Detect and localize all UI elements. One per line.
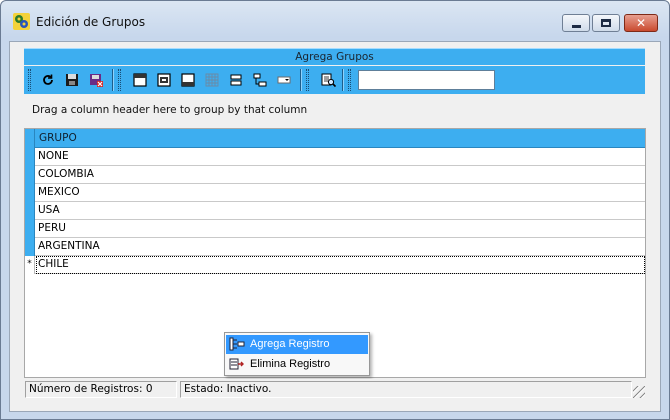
toolbar-grip[interactable] [28, 69, 31, 91]
status-bar: Número de Registros: 0 Estado: Inactivo. [24, 379, 646, 399]
toolbar-grip[interactable] [118, 69, 121, 91]
layout-bottom-icon [181, 73, 195, 87]
search-input[interactable] [358, 70, 495, 90]
client-area: Agrega Grupos Drag a column header here … [9, 41, 661, 412]
new-row[interactable]: * CHILE [25, 256, 645, 274]
tree-button[interactable] [250, 70, 270, 90]
close-icon: ✕ [635, 16, 647, 30]
table-row[interactable]: MEXICO [25, 184, 645, 202]
grid-button[interactable] [202, 70, 222, 90]
column-header-grupo[interactable]: GRUPO [39, 132, 77, 144]
table-row[interactable]: NONE [25, 148, 645, 166]
grupo-cell[interactable]: MEXICO [38, 186, 80, 198]
combo-button[interactable] [274, 70, 294, 90]
maximize-icon [601, 19, 611, 27]
grid-icon [205, 73, 219, 87]
refresh-icon [43, 74, 53, 85]
table-row[interactable]: PERU [25, 220, 645, 238]
window-title: Edición de Grupos [36, 15, 146, 29]
main-window: Edición de Grupos ✕ Agrega Grupos Drag a… [0, 0, 670, 420]
focused-cell[interactable] [36, 256, 645, 274]
toolbar-grip[interactable] [306, 69, 309, 91]
combo-icon [277, 76, 291, 84]
grupo-cell[interactable]: NONE [38, 150, 69, 162]
minimize-icon [571, 24, 581, 28]
refresh-button[interactable] [38, 70, 58, 90]
tree-icon [253, 73, 267, 87]
close-button[interactable]: ✕ [624, 14, 658, 32]
table-row[interactable]: USA [25, 202, 645, 220]
status-state: Estado: Inactivo. [180, 381, 632, 398]
menu-item-label: Agrega Registro [250, 338, 330, 350]
grupo-cell[interactable]: PERU [38, 222, 66, 234]
row-indicator[interactable] [25, 238, 35, 256]
save-close-button[interactable] [86, 70, 106, 90]
row-indicator[interactable] [25, 184, 35, 202]
delete-record-icon [229, 358, 244, 370]
toolbar-separator [342, 69, 344, 91]
status-record-count: Número de Registros: 0 [25, 381, 177, 398]
maximize-button[interactable] [592, 14, 620, 32]
grid-header: GRUPO [25, 129, 645, 148]
find-button[interactable] [318, 70, 338, 90]
row-indicator[interactable] [25, 202, 35, 220]
print-preview-icon [157, 73, 171, 87]
save-button[interactable] [62, 70, 82, 90]
table-row[interactable]: ARGENTINA [25, 238, 645, 256]
new-row-indicator[interactable]: * [25, 256, 35, 274]
find-icon [321, 73, 336, 87]
title-bar[interactable]: Edición de Grupos ✕ [1, 1, 669, 41]
row-indicator[interactable] [25, 220, 35, 238]
row-indicator-header [25, 129, 35, 148]
grupo-cell[interactable]: ARGENTINA [38, 240, 100, 252]
minimize-button[interactable] [562, 14, 590, 32]
print-preview-button[interactable] [154, 70, 174, 90]
toolbar-separator [300, 69, 302, 91]
toolbar-grip[interactable] [348, 69, 351, 91]
grupo-cell[interactable]: USA [38, 204, 60, 216]
toolbar-separator [112, 69, 114, 91]
layout-top-icon [133, 73, 147, 87]
save-close-icon [89, 73, 103, 87]
context-menu: Agrega Registro Elimina Registro [224, 332, 370, 376]
table-row[interactable]: COLOMBIA [25, 166, 645, 184]
menu-item-agrega-registro[interactable]: Agrega Registro [226, 335, 368, 354]
menu-item-label: Elimina Registro [250, 358, 331, 370]
row-indicator[interactable] [25, 148, 35, 166]
group-by-hint: Drag a column header here to group by th… [32, 104, 308, 116]
save-icon [66, 74, 78, 86]
form-header: Agrega Grupos [24, 48, 645, 65]
row-indicator[interactable] [25, 166, 35, 184]
split-rows-button[interactable] [226, 70, 246, 90]
split-rows-icon [230, 74, 242, 86]
resize-grip[interactable] [633, 386, 645, 398]
add-record-icon [229, 337, 245, 351]
new-row-cell[interactable]: CHILE [38, 258, 69, 270]
layout-top-button[interactable] [130, 70, 150, 90]
toolbar [24, 66, 645, 94]
menu-item-elimina-registro[interactable]: Elimina Registro [226, 355, 368, 374]
group-by-area[interactable]: Drag a column header here to group by th… [24, 96, 645, 124]
layout-bottom-button[interactable] [178, 70, 198, 90]
app-gears-icon [13, 13, 30, 30]
grupo-cell[interactable]: COLOMBIA [38, 168, 94, 180]
